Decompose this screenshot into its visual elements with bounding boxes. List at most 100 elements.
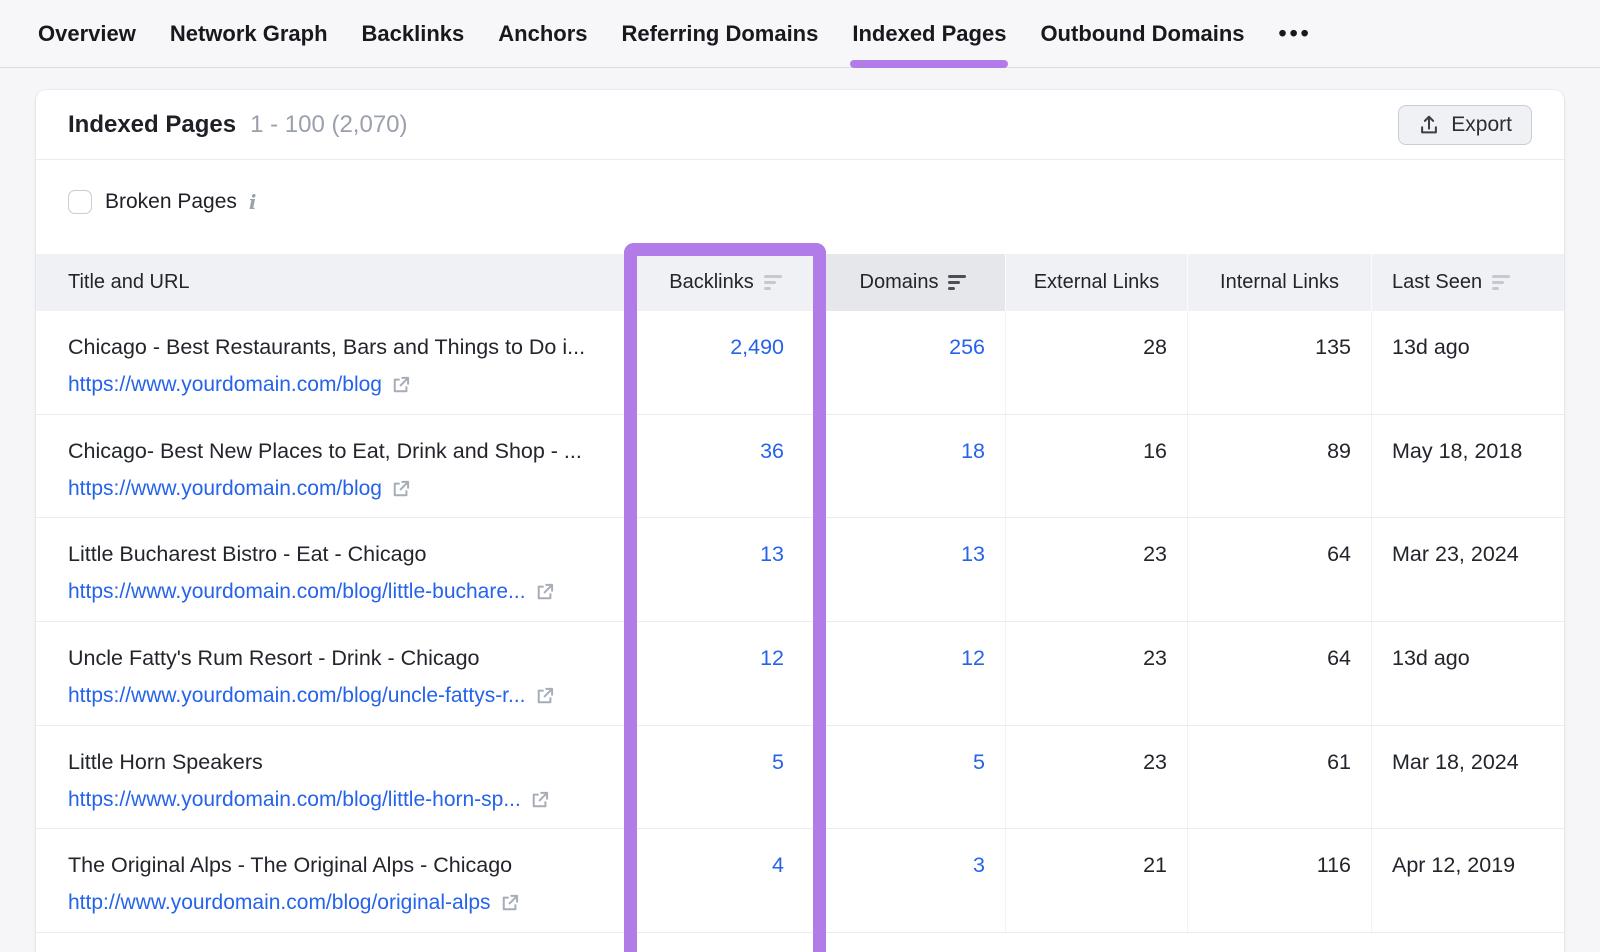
tab-backlinks[interactable]: Backlinks [362, 0, 465, 67]
internal-links-cell: 64 [1187, 622, 1371, 725]
table-header: Title and URL Backlinks Domains External… [36, 254, 1564, 311]
external-links-cell: 28 [1005, 311, 1187, 414]
domains-count-link[interactable]: 12 [961, 646, 985, 670]
domains-cell: 5 [820, 726, 1005, 829]
external-links-cell: 23 [1005, 622, 1187, 725]
table-body: Chicago - Best Restaurants, Bars and Thi… [36, 311, 1564, 933]
external-links-cell: 23 [1005, 726, 1187, 829]
page-url-link[interactable]: https://www.yourdomain.com/blog [68, 373, 382, 397]
page-title-text: Uncle Fatty's Rum Resort - Drink - Chica… [68, 646, 630, 671]
external-link-icon[interactable] [500, 893, 520, 913]
card-header: Indexed Pages 1 - 100 (2,070) Export [36, 90, 1564, 160]
backlinks-cell: 12 [630, 622, 820, 725]
column-label: External Links [1034, 271, 1160, 294]
indexed-pages-card: Indexed Pages 1 - 100 (2,070) Export Bro… [36, 90, 1564, 952]
column-header-external-links: External Links [1005, 254, 1187, 311]
page-url-link[interactable]: https://www.yourdomain.com/blog/uncle-fa… [68, 684, 526, 708]
internal-links-count: 61 [1327, 750, 1351, 774]
title-and-url-cell: Uncle Fatty's Rum Resort - Drink - Chica… [36, 622, 630, 725]
active-tab-underline [850, 60, 1008, 68]
external-links-cell: 16 [1005, 415, 1187, 518]
external-links-count: 23 [1143, 542, 1167, 566]
external-link-icon[interactable] [535, 686, 555, 706]
external-link-icon[interactable] [391, 479, 411, 499]
info-icon[interactable]: i [249, 190, 257, 214]
last-seen-cell: Mar 23, 2024 [1371, 518, 1564, 621]
tab-label: Indexed Pages [852, 21, 1006, 47]
page-url-link[interactable]: https://www.yourdomain.com/blog/little-b… [68, 580, 526, 604]
tab-label: Referring Domains [622, 21, 819, 47]
backlinks-count-link[interactable]: 12 [760, 646, 784, 670]
tab-label: Outbound Domains [1040, 21, 1244, 47]
column-header-last-seen[interactable]: Last Seen [1371, 254, 1564, 311]
page-url-link[interactable]: http://www.yourdomain.com/blog/original-… [68, 891, 491, 915]
domains-count-link[interactable]: 3 [973, 853, 985, 877]
page-url-link[interactable]: https://www.yourdomain.com/blog [68, 477, 382, 501]
page-title-text: The Original Alps - The Original Alps - … [68, 853, 630, 878]
column-label: Domains [860, 271, 939, 294]
title-and-url-cell: The Original Alps - The Original Alps - … [36, 829, 630, 932]
domains-count-link[interactable]: 13 [961, 542, 985, 566]
external-link-icon[interactable] [391, 375, 411, 395]
page-url-link[interactable]: https://www.yourdomain.com/blog/little-h… [68, 788, 521, 812]
last-seen-cell: Apr 12, 2019 [1371, 829, 1564, 932]
external-links-count: 21 [1143, 853, 1167, 877]
export-button[interactable]: Export [1398, 105, 1532, 145]
tab-label: Overview [38, 21, 136, 47]
domains-count-link[interactable]: 256 [949, 335, 985, 359]
tab-referring-domains[interactable]: Referring Domains [622, 0, 819, 67]
ellipsis-icon[interactable]: ••• [1279, 20, 1312, 47]
column-header-title-and-url: Title and URL [36, 254, 630, 311]
column-label: Internal Links [1220, 271, 1339, 294]
table-row: Chicago- Best New Places to Eat, Drink a… [36, 415, 1564, 519]
page-title-text: Chicago- Best New Places to Eat, Drink a… [68, 439, 630, 464]
tab-label: Anchors [498, 21, 587, 47]
tab-network-graph[interactable]: Network Graph [170, 0, 328, 67]
internal-links-cell: 89 [1187, 415, 1371, 518]
table-row: Uncle Fatty's Rum Resort - Drink - Chica… [36, 622, 1564, 726]
domains-count-link[interactable]: 18 [961, 439, 985, 463]
tab-anchors[interactable]: Anchors [498, 0, 587, 67]
external-links-count: 23 [1143, 646, 1167, 670]
internal-links-count: 116 [1317, 853, 1351, 877]
domains-count-link[interactable]: 5 [973, 750, 985, 774]
external-link-icon[interactable] [535, 582, 555, 602]
last-seen-cell: 13d ago [1371, 622, 1564, 725]
column-header-backlinks[interactable]: Backlinks [630, 254, 820, 311]
upload-icon [1418, 114, 1440, 136]
tab-indexed-pages[interactable]: Indexed Pages [852, 0, 1006, 67]
external-links-cell: 23 [1005, 518, 1187, 621]
top-nav: Overview Network Graph Backlinks Anchors Ref… [0, 0, 1600, 68]
tab-overview[interactable]: Overview [38, 0, 136, 67]
external-link-icon[interactable] [530, 790, 550, 810]
table-row: Little Horn Speakers https://www.yourdoma… [36, 726, 1564, 830]
internal-links-count: 64 [1327, 646, 1351, 670]
filters-row: Broken Pages i [68, 190, 1532, 214]
last-seen-value: 13d ago [1392, 646, 1470, 670]
column-header-domains[interactable]: Domains [820, 254, 1005, 311]
backlinks-count-link[interactable]: 2,490 [730, 335, 784, 359]
title-and-url-cell: Chicago- Best New Places to Eat, Drink a… [36, 415, 630, 518]
page-title: Indexed Pages [68, 111, 236, 139]
broken-pages-checkbox[interactable] [68, 190, 92, 214]
last-seen-value: Mar 18, 2024 [1392, 750, 1519, 774]
title-and-url-cell: Chicago - Best Restaurants, Bars and Thi… [36, 311, 630, 414]
backlinks-count-link[interactable]: 5 [772, 750, 784, 774]
result-range: 1 - 100 (2,070) [250, 111, 407, 139]
backlinks-count-link[interactable]: 13 [760, 542, 784, 566]
external-links-count: 28 [1143, 335, 1167, 359]
backlinks-count-link[interactable]: 4 [772, 853, 784, 877]
last-seen-value: 13d ago [1392, 335, 1470, 359]
page-title-text: Little Horn Speakers [68, 750, 630, 775]
tab-label: Network Graph [170, 21, 328, 47]
internal-links-cell: 61 [1187, 726, 1371, 829]
backlinks-count-link[interactable]: 36 [760, 439, 784, 463]
backlinks-cell: 4 [630, 829, 820, 932]
table-row: Little Bucharest Bistro - Eat - Chicagoh… [36, 518, 1564, 622]
column-label: Last Seen [1392, 271, 1482, 294]
tab-outbound-domains[interactable]: Outbound Domains [1040, 0, 1244, 67]
last-seen-cell: May 18, 2018 [1371, 415, 1564, 518]
nav-tabs: Overview Network Graph Backlinks Anchors Ref… [38, 0, 1245, 67]
sort-descending-icon [1492, 275, 1510, 290]
column-label: Title and URL [68, 271, 190, 294]
